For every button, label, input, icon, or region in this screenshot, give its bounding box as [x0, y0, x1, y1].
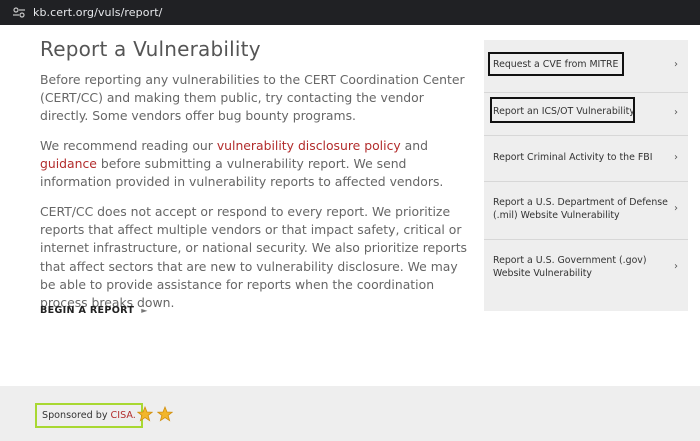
- sidebar-item-label: Report Criminal Activity to the FBI: [493, 152, 653, 163]
- priority-paragraph: CERT/CC does not accept or respond to ev…: [40, 204, 468, 311]
- sponsor-text: Sponsored by: [42, 410, 108, 421]
- sidebar-item-label-line2: (.mil) Website Vulnerability: [493, 210, 620, 221]
- sidebar-item-label: Report a U.S. Government (.gov): [493, 255, 647, 266]
- policy-text-before: We recommend reading our: [40, 138, 217, 153]
- sidebar-item-dod[interactable]: Report a U.S. Department of Defense (.mi…: [484, 182, 688, 240]
- highlight-box-request-cve: [488, 52, 624, 76]
- url-text[interactable]: kb.cert.org/vuls/report/: [33, 6, 162, 19]
- chevron-right-icon: ›: [674, 59, 678, 70]
- triangle-right-icon: ►: [141, 306, 148, 315]
- chevron-right-icon: ›: [674, 152, 678, 163]
- sidebar-item-fbi[interactable]: Report Criminal Activity to the FBI ›: [484, 136, 688, 182]
- begin-report-label: BEGIN A REPORT: [40, 305, 135, 316]
- page-title: Report a Vulnerability: [40, 37, 261, 61]
- chevron-right-icon: ›: [674, 203, 678, 214]
- cisa-link[interactable]: CISA.: [111, 410, 136, 421]
- policy-text-after: before submitting a vulnerability report…: [40, 156, 444, 190]
- intro-paragraph: Before reporting any vulnerabilities to …: [40, 72, 465, 124]
- sidebar-item-label-line2: Website Vulnerability: [493, 268, 592, 279]
- browser-address-bar[interactable]: kb.cert.org/vuls/report/: [0, 0, 700, 25]
- star-icon: [137, 406, 153, 422]
- report-options-sidebar: Request a CVE from MITRE › Report an ICS…: [484, 40, 688, 311]
- chevron-right-icon: ›: [674, 261, 678, 272]
- site-settings-icon[interactable]: [13, 7, 25, 18]
- policy-text-mid: and: [400, 138, 428, 153]
- chevron-right-icon: ›: [674, 107, 678, 118]
- sidebar-item-gov[interactable]: Report a U.S. Government (.gov) Website …: [484, 240, 688, 311]
- star-icon: [157, 406, 173, 422]
- begin-report-link[interactable]: BEGIN A REPORT ►: [40, 305, 148, 316]
- guidance-link[interactable]: guidance: [40, 156, 97, 171]
- disclosure-policy-link[interactable]: vulnerability disclosure policy: [217, 138, 401, 153]
- sidebar-item-label: Report a U.S. Department of Defense: [493, 197, 668, 208]
- sponsor-badge: Sponsored by CISA.: [35, 403, 143, 428]
- highlight-box-ics-ot: [490, 97, 635, 123]
- policy-paragraph: We recommend reading our vulnerability d…: [40, 137, 470, 192]
- footer: Sponsored by CISA.: [0, 386, 700, 441]
